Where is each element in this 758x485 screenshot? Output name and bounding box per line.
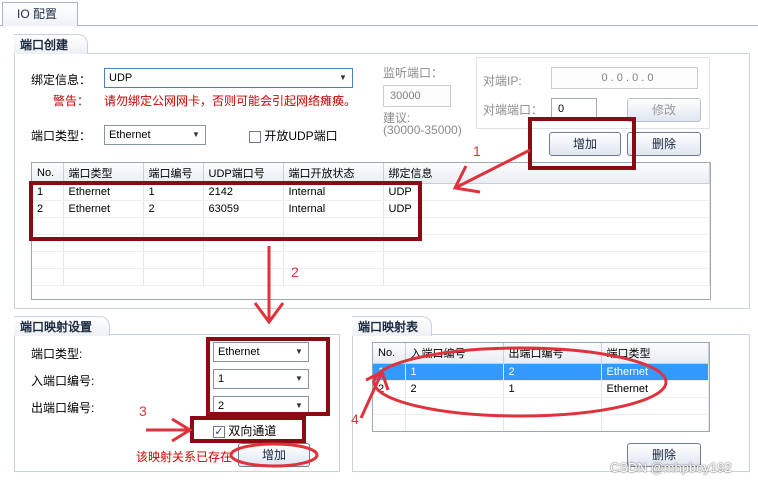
col-header[interactable]: 端口类型 [63, 163, 144, 184]
modify-button[interactable]: 修改 [627, 98, 701, 122]
chevron-down-icon: ▼ [295, 374, 303, 383]
open-udp-label: 开放UDP端口 [264, 129, 338, 143]
add-mapping-button[interactable]: 增加 [238, 443, 310, 467]
chevron-down-icon: ▼ [295, 347, 303, 356]
out-port-value: 2 [218, 400, 225, 412]
bidirectional-label: 双向通道 [228, 424, 277, 438]
table-row[interactable]: 2 2 1 Ethernet [373, 380, 709, 398]
table-cell: Internal [283, 200, 384, 218]
table-cell: Ethernet [601, 380, 709, 398]
col-header[interactable]: No. [373, 343, 406, 364]
bind-select-value: UDP [109, 72, 133, 84]
table-cell: Internal [283, 183, 384, 201]
table-cell: 2 [503, 363, 602, 381]
mapping-table: No. 入端口编号 出端口编号 端口类型 1 1 2 Ethernet 2 2 … [372, 342, 710, 432]
port-type-select[interactable]: Ethernet ▼ [104, 125, 206, 145]
table-cell: 1 [503, 380, 602, 398]
listen-port-input[interactable]: 30000 [383, 85, 451, 107]
map-port-type-value: Ethernet [218, 346, 260, 358]
col-header[interactable]: 端口编号 [143, 163, 204, 184]
bind-select[interactable]: UDP ▼ [104, 68, 353, 88]
chevron-down-icon: ▼ [295, 401, 303, 410]
open-udp-checkbox[interactable]: 开放UDP端口 [249, 128, 338, 144]
add-port-button[interactable]: 增加 [549, 132, 621, 156]
table-cell: 2 [405, 380, 504, 398]
col-header[interactable]: 端口开放状态 [283, 163, 384, 184]
table-row[interactable]: 2 Ethernet 2 63059 Internal UDP [32, 200, 710, 218]
annotation-number-3: 3 [139, 403, 147, 419]
checkbox-icon [249, 130, 261, 143]
remote-ip-input[interactable]: 0 . 0 . 0 . 0 [551, 67, 698, 89]
listen-port-label: 监听端口： [383, 66, 444, 80]
col-header[interactable]: No. [32, 163, 64, 184]
table-cell: UDP [383, 200, 710, 218]
col-header[interactable]: UDP端口号 [203, 163, 284, 184]
bidirectional-checkbox[interactable]: ✓ 双向通道 [213, 423, 276, 439]
mapping-exists-message: 该映射关系已存在 [136, 450, 233, 464]
table-cell: 63059 [203, 200, 284, 218]
mapping-settings-title: 端口映射设置 [14, 316, 110, 336]
port-table: No. 端口类型 端口编号 UDP端口号 端口开放状态 绑定信息 1 Ether… [31, 162, 711, 300]
table-cell: 1 [32, 183, 64, 201]
port-table-header: No. 端口类型 端口编号 UDP端口号 端口开放状态 绑定信息 [32, 163, 710, 184]
watermark: CSDN @mhpboy192 [610, 460, 732, 475]
port-type-label: 端口类型： [31, 129, 92, 143]
table-cell: Ethernet [601, 363, 709, 381]
out-port-label: 出端口编号: [31, 401, 95, 415]
table-row[interactable]: 1 1 2 Ethernet [373, 363, 709, 381]
port-create-title: 端口创建 [14, 34, 88, 54]
remote-port-input[interactable]: 0 [551, 98, 597, 120]
table-cell: UDP [383, 183, 710, 201]
mapping-table-title: 端口映射表 [352, 316, 432, 336]
table-cell: 1 [143, 183, 204, 201]
col-header[interactable]: 绑定信息 [383, 163, 710, 184]
port-type-value: Ethernet [109, 129, 151, 141]
table-cell: 2 [373, 380, 406, 398]
tab-io-config[interactable]: IO 配置 [2, 2, 78, 26]
col-header[interactable]: 入端口编号 [405, 343, 504, 364]
col-header[interactable]: 端口类型 [601, 343, 709, 364]
table-cell: Ethernet [63, 200, 144, 218]
checkmark-icon: ✓ [213, 425, 225, 438]
table-cell: 1 [405, 363, 504, 381]
chevron-down-icon: ▼ [192, 130, 200, 139]
remote-ip-label: 对端IP: [483, 74, 522, 88]
annotation-number-2: 2 [291, 264, 299, 280]
chevron-down-icon: ▼ [339, 73, 347, 82]
in-port-value: 1 [218, 373, 225, 385]
table-cell: Ethernet [63, 183, 144, 201]
delete-port-button[interactable]: 删除 [627, 132, 701, 156]
annotation-number-4: 4 [351, 411, 359, 427]
table-cell: 2142 [203, 183, 284, 201]
in-port-label: 入端口编号: [31, 374, 95, 388]
out-port-select[interactable]: 2 ▼ [213, 396, 309, 416]
warning-text: 请勿绑定公网网卡，否则可能会引起网络瘫痪。 [104, 94, 357, 108]
col-header[interactable]: 出端口编号 [503, 343, 602, 364]
table-cell: 2 [143, 200, 204, 218]
bind-label: 绑定信息： [31, 73, 92, 87]
in-port-select[interactable]: 1 ▼ [213, 369, 309, 389]
warning-label: 警告： [53, 94, 90, 108]
map-port-type-select[interactable]: Ethernet ▼ [213, 342, 309, 362]
remote-port-label: 对端端口： [483, 103, 544, 117]
table-cell: 1 [373, 363, 406, 381]
table-row[interactable]: 1 Ethernet 1 2142 Internal UDP [32, 183, 710, 201]
suggest-range: (30000-35000) [383, 123, 462, 137]
mapping-table-header: No. 入端口编号 出端口编号 端口类型 [373, 343, 709, 364]
map-port-type-label: 端口类型: [31, 347, 83, 361]
annotation-number-1: 1 [473, 143, 481, 159]
table-cell: 2 [32, 200, 64, 218]
